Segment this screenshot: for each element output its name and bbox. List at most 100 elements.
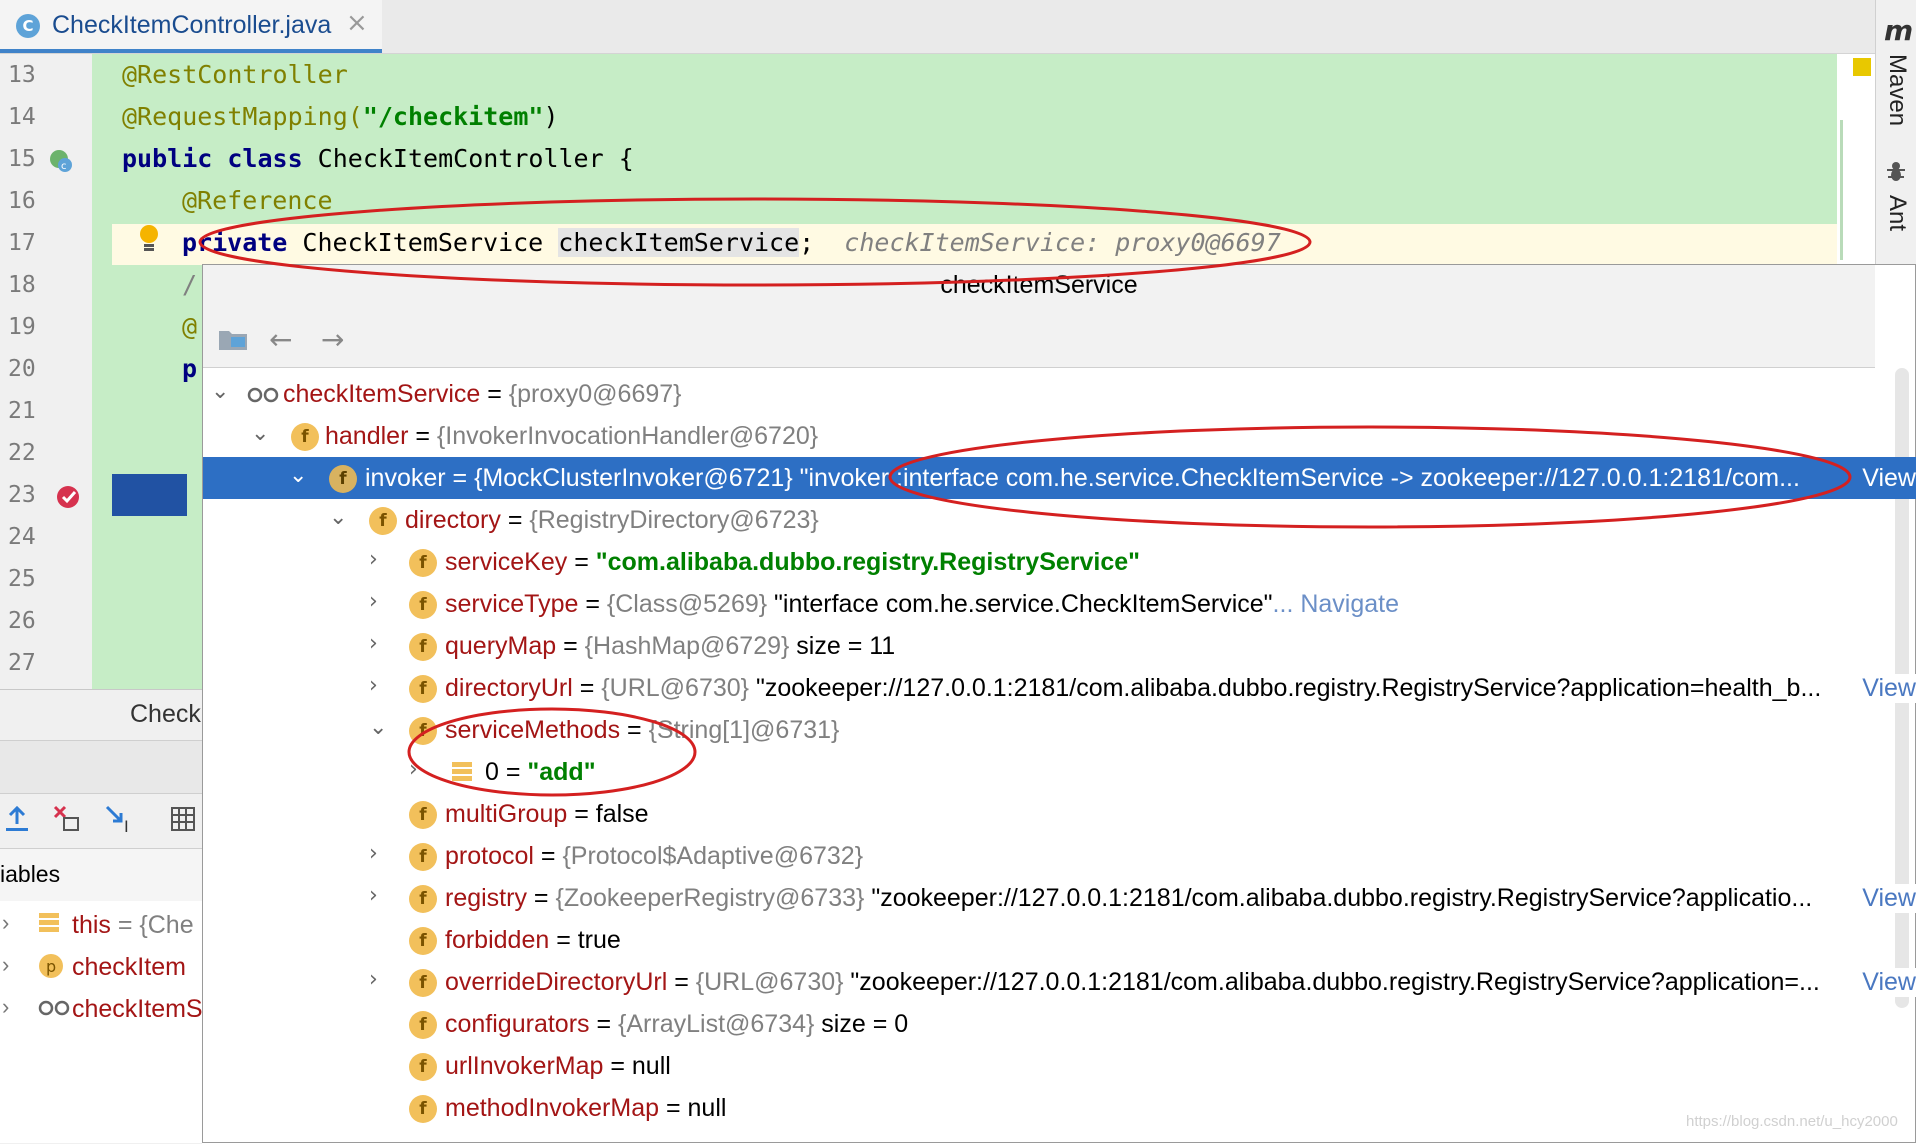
field-icon: f bbox=[409, 717, 437, 745]
field-name: multiGroup bbox=[445, 800, 568, 828]
field-name: forbidden bbox=[445, 926, 550, 954]
tree-row-selected[interactable]: ⌄ f invoker = {MockClusterInvoker@6721} … bbox=[203, 457, 1916, 499]
chevron-right-icon[interactable]: › bbox=[369, 631, 378, 656]
code-line-17: private CheckItemService checkItemServic… bbox=[182, 228, 1281, 257]
tree-row[interactable]: › f serviceType = {Class@5269} "interfac… bbox=[203, 583, 1916, 625]
chevron-right-icon[interactable]: › bbox=[2, 994, 9, 1020]
equals: = bbox=[589, 1010, 619, 1038]
svg-text:p: p bbox=[46, 957, 56, 976]
view-link[interactable]: View bbox=[1858, 884, 1916, 913]
tab-filename: CheckItemController.java bbox=[52, 11, 332, 39]
chevron-right-icon[interactable]: › bbox=[2, 952, 9, 978]
tree-row[interactable]: f methodInvokerMap = null bbox=[203, 1087, 1916, 1129]
line-number: 18 bbox=[8, 272, 36, 298]
view-link[interactable]: View bbox=[1858, 968, 1916, 997]
keyword: public class bbox=[122, 144, 303, 173]
line-number: 26 bbox=[8, 608, 36, 634]
tree-row[interactable]: f configurators = {ArrayList@6734} size … bbox=[203, 1003, 1916, 1045]
field-value: = true bbox=[549, 926, 621, 954]
field-name: checkItemService bbox=[283, 380, 481, 408]
spring-bean-icon[interactable]: c bbox=[48, 148, 74, 174]
chevron-down-icon[interactable]: ⌄ bbox=[251, 421, 269, 446]
navigate-link[interactable]: ... Navigate bbox=[1273, 590, 1399, 618]
ant-tool-button[interactable]: Ant bbox=[1883, 195, 1911, 231]
code-line-13: @RestController bbox=[122, 60, 348, 89]
object-ref: {URL@6730} bbox=[601, 674, 750, 702]
chevron-right-icon[interactable]: › bbox=[409, 757, 418, 782]
chevron-right-icon[interactable]: › bbox=[369, 883, 378, 908]
tree-row[interactable]: › 0 = "add" bbox=[203, 751, 1916, 793]
back-arrow-icon[interactable]: ← bbox=[269, 323, 292, 356]
equals: = bbox=[556, 632, 585, 660]
tab-checkitemcontroller[interactable]: C CheckItemController.java × bbox=[0, 0, 382, 53]
warning-marker-icon[interactable] bbox=[1853, 58, 1871, 76]
equals: = bbox=[567, 548, 596, 576]
step-out-icon[interactable] bbox=[4, 804, 30, 834]
field-name: invoker bbox=[365, 464, 446, 492]
tree-row[interactable]: ⌄ f handler = {InvokerInvocationHandler@… bbox=[203, 415, 1916, 457]
chevron-right-icon[interactable]: › bbox=[369, 841, 378, 866]
ant-icon bbox=[1886, 160, 1906, 182]
variable-item[interactable]: › this = {Che bbox=[0, 905, 202, 945]
view-link[interactable]: View bbox=[1858, 674, 1916, 703]
breakpoint-icon[interactable] bbox=[56, 484, 82, 510]
tree-row[interactable]: ⌄ f directory = {RegistryDirectory@6723} bbox=[203, 499, 1916, 541]
close-icon[interactable]: × bbox=[346, 8, 368, 38]
tree-row[interactable]: › f queryMap = {HashMap@6729} size = 11 bbox=[203, 625, 1916, 667]
maven-icon[interactable]: m bbox=[1884, 14, 1913, 47]
field-icon: f bbox=[369, 507, 397, 535]
field-name[interactable]: checkItemService bbox=[558, 228, 800, 257]
chevron-right-icon[interactable]: › bbox=[2, 910, 9, 936]
field-name: protocol bbox=[445, 842, 534, 870]
tree-row[interactable]: › f serviceKey = "com.alibaba.dubbo.regi… bbox=[203, 541, 1916, 583]
tree-row[interactable]: ⌄ checkItemService = {proxy0@6697} bbox=[203, 373, 1916, 415]
chevron-right-icon[interactable]: › bbox=[369, 673, 378, 698]
tree-row[interactable]: › f directoryUrl = {URL@6730} "zookeeper… bbox=[203, 667, 1916, 709]
field-name: queryMap bbox=[445, 632, 557, 660]
debug-session-tab[interactable]: Check bbox=[130, 700, 201, 729]
tree-row[interactable]: ⌄ f serviceMethods = {String[1]@6731} bbox=[203, 709, 1916, 751]
watermark: https://blog.csdn.net/u_hcy2000 bbox=[1686, 1113, 1898, 1130]
equals: = bbox=[578, 590, 607, 618]
tree-row[interactable]: f forbidden = true bbox=[203, 919, 1916, 961]
tree-row[interactable]: f multiGroup = false bbox=[203, 793, 1916, 835]
field-value: size = 0 bbox=[814, 1010, 909, 1038]
field-icon: f bbox=[409, 927, 437, 955]
object-ref: {ZookeeperRegistry@6733} bbox=[555, 884, 865, 912]
lightbulb-icon[interactable] bbox=[138, 224, 160, 252]
chevron-right-icon[interactable]: › bbox=[369, 547, 378, 572]
array-element-icon bbox=[451, 760, 473, 791]
chevron-down-icon[interactable]: ⌄ bbox=[211, 379, 229, 404]
run-to-cursor-icon[interactable]: I bbox=[104, 804, 136, 836]
tree-row[interactable]: f urlInvokerMap = null bbox=[203, 1045, 1916, 1087]
variable-name: checkItemS bbox=[72, 995, 202, 1023]
variable-item[interactable]: › p checkItem bbox=[0, 947, 202, 987]
tree-row[interactable]: › f registry = {ZookeeperRegistry@6733} … bbox=[203, 877, 1916, 919]
field-value: = false bbox=[567, 800, 649, 828]
chevron-down-icon[interactable]: ⌄ bbox=[289, 463, 307, 488]
maven-tool-button[interactable]: Maven bbox=[1883, 54, 1911, 126]
drop-frame-icon[interactable] bbox=[52, 804, 82, 834]
chevron-right-icon[interactable]: › bbox=[369, 967, 378, 992]
field-name: handler bbox=[325, 422, 409, 450]
tree-row[interactable]: › f overrideDirectoryUrl = {URL@6730} "z… bbox=[203, 961, 1916, 1003]
view-link[interactable]: View bbox=[1858, 464, 1916, 493]
tree-row[interactable]: › f protocol = {Protocol$Adaptive@6732} bbox=[203, 835, 1916, 877]
frames-strip bbox=[0, 740, 202, 794]
chevron-down-icon[interactable]: ⌄ bbox=[369, 715, 387, 740]
line-number: 14 bbox=[8, 104, 36, 130]
equals: = bbox=[498, 758, 528, 786]
folder-icon[interactable] bbox=[217, 325, 249, 353]
line-number: 23 bbox=[8, 482, 36, 508]
chevron-down-icon[interactable]: ⌄ bbox=[329, 505, 347, 530]
variable-item[interactable]: › checkItemS bbox=[0, 989, 202, 1029]
evaluate-expression-icon[interactable] bbox=[170, 806, 196, 832]
field-name: registry bbox=[445, 884, 527, 912]
object-ref: {String[1]@6731} bbox=[648, 716, 840, 744]
forward-arrow-icon[interactable]: → bbox=[321, 323, 344, 356]
equals: = bbox=[500, 506, 530, 534]
chevron-right-icon[interactable]: › bbox=[369, 589, 378, 614]
svg-text:c: c bbox=[61, 161, 67, 172]
stack-icon bbox=[38, 911, 60, 942]
line-number: 15 bbox=[8, 146, 36, 172]
